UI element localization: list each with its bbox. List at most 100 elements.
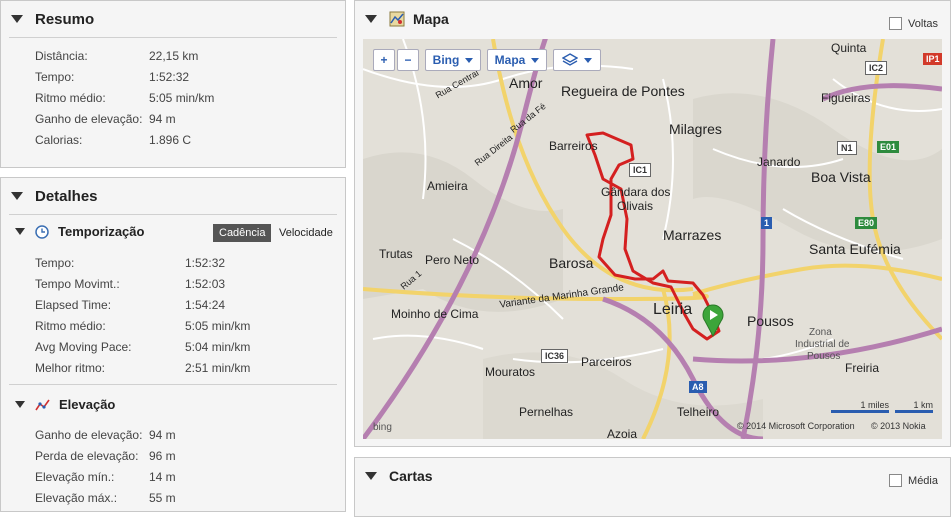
- copyright-microsoft: © 2014 Microsoft Corporation: [737, 421, 855, 431]
- map-place-label: Amieira: [427, 179, 468, 193]
- map-place-label: Santa Eufémia: [809, 241, 901, 257]
- elevation-value: 94 m: [149, 428, 176, 442]
- zoom-out-button[interactable]: −: [397, 49, 419, 71]
- timing-value: 5:04 min/km: [185, 340, 251, 354]
- summary-label: Tempo:: [35, 70, 75, 84]
- summary-value: 1.896 C: [149, 133, 192, 147]
- collapse-triangle-icon[interactable]: [11, 15, 23, 23]
- road-shield: E80: [855, 217, 878, 229]
- map-place-label: Telheiro: [677, 405, 720, 419]
- mapa-header[interactable]: Mapa: [355, 1, 950, 37]
- map-place-label: Amor: [509, 75, 543, 91]
- tab-velocidade[interactable]: Velocidade: [273, 224, 339, 242]
- clock-icon: [35, 224, 49, 239]
- elevacao-title: Elevação: [59, 397, 116, 412]
- media-checkbox[interactable]: [889, 474, 903, 487]
- temporizacao-header[interactable]: Temporização: [15, 224, 144, 239]
- map-place-label: Regueira de Pontes: [561, 83, 685, 99]
- summary-value: 1:52:32: [149, 70, 190, 84]
- map-icon: [389, 11, 405, 27]
- map-place-label: Moinho de Cima: [391, 307, 479, 321]
- map-place-label: Milagres: [669, 121, 722, 137]
- map-place-label: Marrazes: [663, 227, 722, 243]
- collapse-triangle-icon[interactable]: [365, 472, 377, 480]
- map-provider-dropdown[interactable]: Bing: [425, 49, 481, 71]
- timing-value: 1:52:32: [185, 256, 226, 270]
- zoom-out-label: −: [404, 53, 412, 67]
- timing-label: Tempo:: [35, 256, 75, 270]
- road-shield: IP1: [923, 53, 942, 65]
- scale-km: 1 km: [895, 400, 933, 413]
- resumo-panel: Resumo Distância: 22,15 km Tempo: 1:52:3…: [0, 0, 346, 168]
- mapa-panel: Mapa Voltas Quinta Amor Regueira de Pont…: [354, 0, 951, 447]
- tab-cadencia[interactable]: Cadência: [213, 224, 272, 242]
- resumo-title: Resumo: [35, 10, 95, 28]
- map-place-label: Industrial de: [795, 339, 850, 350]
- map-type-label: Mapa: [494, 53, 526, 67]
- divider: [9, 37, 337, 38]
- map-canvas[interactable]: Quinta Amor Regueira de Pontes Figueiras…: [363, 39, 942, 439]
- elevation-label: Elevação máx.:: [35, 491, 118, 505]
- road-shield: N1: [837, 141, 857, 155]
- divider: [9, 214, 337, 215]
- map-place-label: Pernelhas: [519, 405, 574, 419]
- cartas-panel: Cartas Média: [354, 457, 951, 517]
- bing-logo: bing: [373, 422, 392, 433]
- collapse-triangle-icon[interactable]: [365, 15, 377, 23]
- elevacao-header[interactable]: Elevação: [15, 397, 115, 412]
- chevron-down-icon: [531, 57, 540, 63]
- elevation-value: 96 m: [149, 449, 176, 463]
- summary-value: 22,15 km: [149, 49, 199, 63]
- elevation-value: 55 m: [149, 491, 176, 505]
- map-place-label: Barreiros: [549, 139, 598, 153]
- road-shield: IC1: [629, 163, 652, 177]
- voltas-toggle[interactable]: Voltas: [889, 17, 938, 30]
- timing-value: 5:05 min/km: [185, 319, 251, 333]
- detalhes-header[interactable]: Detalhes: [1, 178, 345, 214]
- voltas-checkbox[interactable]: [889, 17, 903, 30]
- map-place-label: Figueiras: [821, 91, 871, 105]
- provider-label: Bing: [432, 53, 460, 67]
- timing-label: Ritmo médio:: [35, 319, 106, 333]
- mapa-title: Mapa: [413, 11, 449, 27]
- timing-value: 1:52:03: [185, 277, 226, 291]
- collapse-triangle-icon[interactable]: [15, 401, 25, 408]
- summary-label: Ritmo médio:: [35, 91, 106, 105]
- summary-value: 5:05 min/km: [149, 91, 215, 105]
- summary-label: Calorias:: [35, 133, 83, 147]
- road-shield: A8: [689, 381, 707, 393]
- temporizacao-title: Temporização: [58, 224, 145, 239]
- cartas-header[interactable]: Cartas: [355, 458, 950, 494]
- map-place-label: Pero Neto: [425, 253, 480, 267]
- summary-value: 94 m: [149, 112, 176, 126]
- timing-value: 2:51 min/km: [185, 361, 251, 375]
- map-place-label: Olivais: [617, 199, 654, 213]
- map-place-label: Freiria: [845, 361, 880, 375]
- map-type-dropdown[interactable]: Mapa: [487, 49, 547, 71]
- elevation-label: Perda de elevação:: [35, 449, 139, 463]
- map-place-label: Mouratos: [485, 365, 536, 379]
- collapse-triangle-icon[interactable]: [15, 228, 25, 235]
- map-place-label: Trutas: [379, 247, 413, 261]
- voltas-label: Voltas: [908, 17, 938, 30]
- layers-icon: [562, 53, 578, 66]
- media-toggle[interactable]: Média: [889, 474, 938, 487]
- layers-dropdown[interactable]: [553, 49, 601, 71]
- road-shield: E01: [877, 141, 900, 153]
- collapse-triangle-icon[interactable]: [11, 192, 23, 200]
- map-place-label: Boa Vista: [811, 169, 871, 185]
- start-marker-icon[interactable]: [701, 303, 725, 337]
- map-place-label: Gândara dos: [601, 185, 671, 199]
- summary-label: Distância:: [35, 49, 88, 63]
- map-place-label: Zona: [809, 327, 832, 338]
- map-place-label: Parceiros: [581, 355, 632, 369]
- media-label: Média: [908, 474, 938, 487]
- road-shield: 1: [761, 217, 773, 229]
- timing-label: Avg Moving Pace:: [35, 340, 132, 354]
- timing-label: Melhor ritmo:: [35, 361, 106, 375]
- resumo-header[interactable]: Resumo: [1, 1, 345, 37]
- zoom-in-button[interactable]: +: [373, 49, 395, 71]
- road-shield: IC2: [865, 61, 888, 75]
- summary-label: Ganho de elevação:: [35, 112, 143, 126]
- cartas-title: Cartas: [389, 468, 433, 484]
